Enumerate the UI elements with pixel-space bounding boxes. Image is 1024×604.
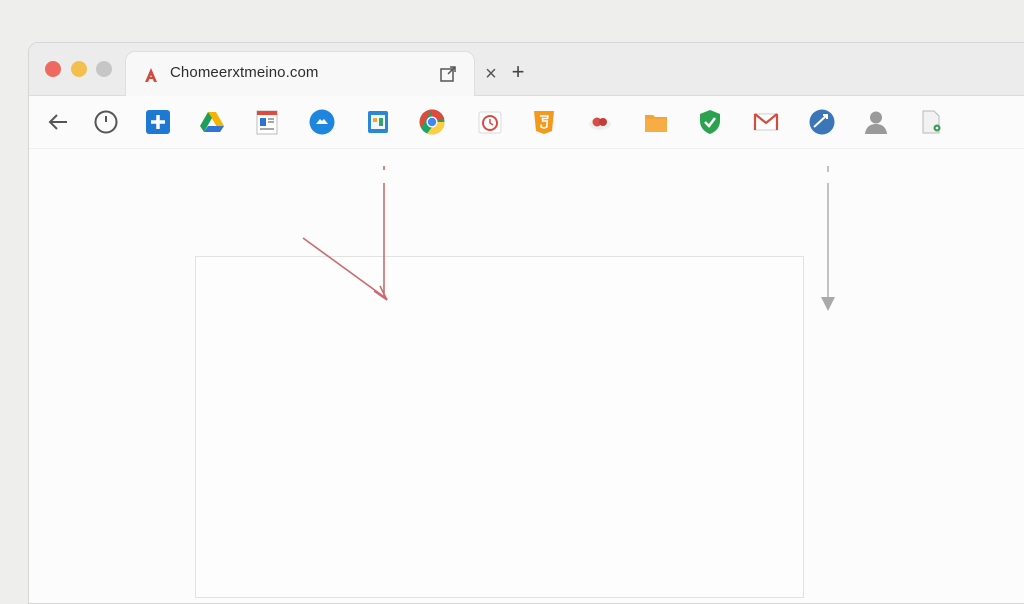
red-arrow-head xyxy=(373,285,388,301)
red-arrow-diagonal xyxy=(302,237,388,300)
annotation-overlay xyxy=(302,166,835,311)
gray-arrow-head xyxy=(821,297,835,311)
